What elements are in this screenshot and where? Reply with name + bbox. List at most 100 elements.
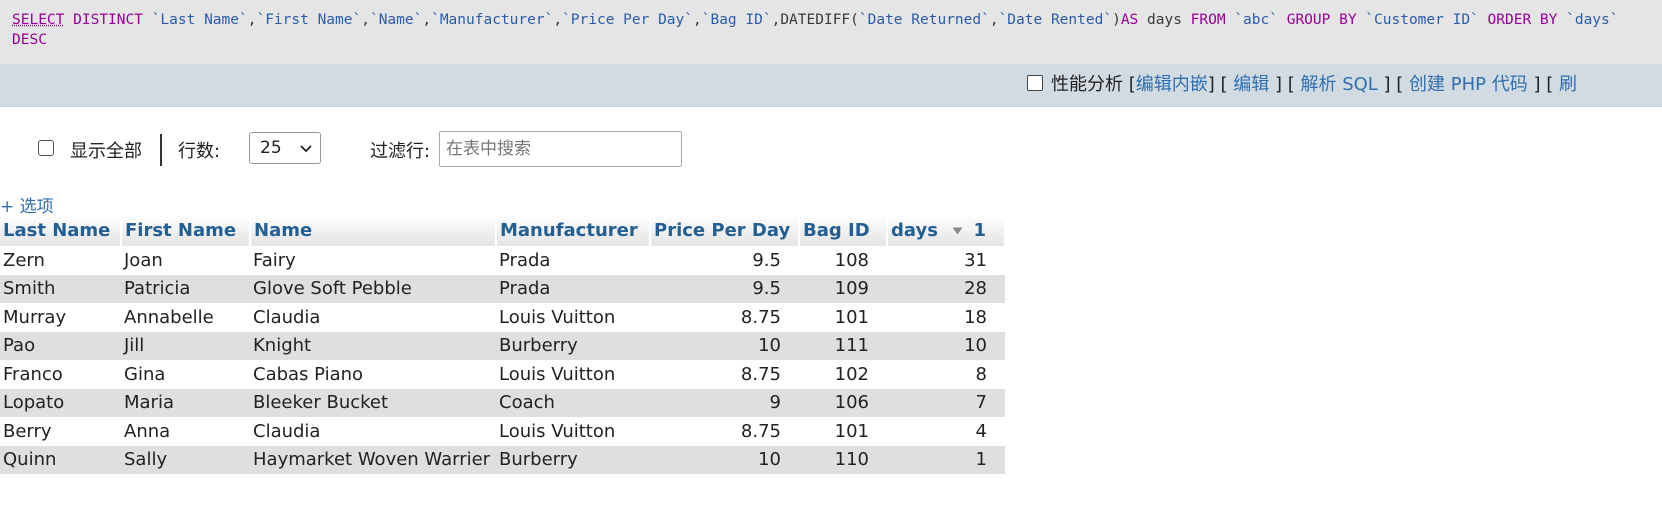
cell-first-name: Annabelle	[121, 303, 250, 332]
cell-name: Glove Soft Pebble	[250, 274, 496, 303]
sql-token: FROM	[1190, 12, 1226, 28]
cell-days: 4	[887, 417, 1005, 446]
table-row[interactable]: Lopato Maria Bleeker Bucket Coach 9 106 7	[0, 388, 1005, 417]
rows-per-page-select[interactable]: 25	[249, 132, 321, 164]
table-controls: 显示全部 行数: 25 过滤行:	[0, 124, 1662, 172]
edit-link[interactable]: 编辑	[1233, 74, 1269, 95]
filter-rows-input[interactable]	[439, 131, 682, 167]
table-row[interactable]: Berry Anna Claudia Louis Vuitton 8.75 101 4	[0, 417, 1005, 446]
sql-token: `Bag ID`	[701, 12, 772, 28]
sql-token: ,	[422, 12, 432, 28]
cell-name: Knight	[250, 331, 496, 360]
profiling-checkbox[interactable]	[1027, 75, 1043, 91]
table-row[interactable]: Zern Joan Fairy Prada 9.5 108 31	[0, 246, 1005, 275]
bracket: [	[1123, 74, 1136, 95]
cell-price-per-day: 9.5	[650, 274, 799, 303]
sql-token: `days`	[1566, 12, 1619, 28]
sort-descending-icon	[952, 227, 963, 235]
cell-last-name: Berry	[0, 417, 121, 446]
cell-price-per-day: 9	[650, 388, 799, 417]
sql-token: `Date Returned`	[858, 12, 990, 28]
bracket: [	[1214, 74, 1234, 95]
sql-token: DATEDIFF	[780, 12, 851, 28]
explain-sql-link[interactable]: 解析 SQL	[1300, 74, 1377, 95]
table-row[interactable]: Franco Gina Cabas Piano Louis Vuitton 8.75 10…	[0, 360, 1005, 389]
bracket: ]	[1207, 74, 1215, 95]
cell-last-name: Quinn	[0, 445, 121, 474]
cell-manufacturer: Louis Vuitton	[496, 303, 650, 332]
create-php-code-link[interactable]: 创建 PHP 代码	[1409, 74, 1528, 95]
sql-token: `Date Rented`	[998, 12, 1113, 28]
sql-token: days	[1138, 12, 1191, 28]
column-header-first-name[interactable]: First Name	[121, 215, 251, 246]
cell-manufacturer: Prada	[496, 246, 650, 275]
table-row[interactable]: Murray Annabelle Claudia Louis Vuitton 8.75 1…	[0, 303, 1005, 332]
sql-token: `First Name`	[256, 12, 362, 28]
cell-bag-id: 101	[799, 303, 887, 332]
column-header-price-per-day[interactable]: Price Per Day	[650, 215, 800, 246]
cell-last-name: Smith	[0, 274, 121, 303]
cell-days: 28	[887, 274, 1005, 303]
sql-token: SELECT	[12, 12, 65, 28]
sort-order-number: 1	[973, 220, 986, 241]
cell-last-name: Murray	[0, 303, 121, 332]
sql-token: ,	[989, 12, 999, 28]
cell-first-name: Sally	[121, 445, 250, 474]
cell-price-per-day: 8.75	[650, 360, 799, 389]
table-row[interactable]: Smith Patricia Glove Soft Pebble Prada 9.5 10…	[0, 274, 1005, 303]
cell-bag-id: 101	[799, 417, 887, 446]
bracket: ]	[1527, 74, 1541, 95]
sql-query-text: SELECT DISTINCT `Last Name`,`First Name`…	[12, 10, 1652, 50]
cell-price-per-day: 9.5	[650, 246, 799, 275]
show-all-checkbox[interactable]	[38, 140, 54, 156]
table-row[interactable]: Pao Jill Knight Burberry 10 111 10	[0, 331, 1005, 360]
cell-manufacturer: Burberry	[496, 445, 650, 474]
options-link[interactable]: + 选项	[0, 192, 54, 217]
bracket: [	[1390, 74, 1410, 95]
sql-token: GROUP BY	[1286, 12, 1357, 28]
cell-manufacturer: Prada	[496, 274, 650, 303]
cell-name: Cabas Piano	[250, 360, 496, 389]
column-header-days[interactable]: days 1	[887, 215, 1006, 246]
sql-token: DISTINCT	[73, 12, 143, 28]
show-all-label[interactable]: 显示全部	[70, 137, 142, 163]
column-header-name[interactable]: Name	[250, 215, 497, 246]
cell-bag-id: 111	[799, 331, 887, 360]
sql-token: )	[1112, 12, 1121, 28]
sql-token: ,	[553, 12, 563, 28]
cell-first-name: Gina	[121, 360, 250, 389]
cell-price-per-day: 10	[650, 445, 799, 474]
sql-token: `Customer ID`	[1365, 12, 1479, 28]
divider	[160, 134, 162, 166]
cell-first-name: Jill	[121, 331, 250, 360]
table-row[interactable]: Quinn Sally Haymarket Woven Warrier Burberr…	[0, 445, 1005, 474]
cell-manufacturer: Louis Vuitton	[496, 360, 650, 389]
cell-last-name: Pao	[0, 331, 121, 360]
cell-days: 8	[887, 360, 1005, 389]
cell-bag-id: 108	[799, 246, 887, 275]
profiling-label: 性能分析	[1051, 74, 1123, 95]
query-toolbar: 性能分析 [编辑内嵌] [ 编辑 ] [ 解析 SQL ] [ 创建 PHP 代…	[0, 64, 1662, 107]
column-header-days-label: days	[891, 220, 938, 241]
cell-price-per-day: 10	[650, 331, 799, 360]
bracket: ]	[1269, 74, 1282, 95]
cell-manufacturer: Burberry	[496, 331, 650, 360]
sql-token: ORDER BY	[1487, 12, 1558, 28]
cell-first-name: Anna	[121, 417, 250, 446]
rows-label: 行数:	[178, 141, 221, 162]
refresh-link[interactable]: 刷	[1559, 74, 1577, 95]
bracket: [	[1282, 74, 1301, 95]
cell-days: 31	[887, 246, 1005, 275]
table-header-row: Last Name First Name Name Manufacturer P…	[0, 215, 1006, 246]
column-header-last-name[interactable]: Last Name	[0, 215, 122, 246]
cell-first-name: Joan	[121, 246, 250, 275]
edit-inline-link[interactable]: 编辑内嵌	[1136, 74, 1208, 95]
column-header-bag-id[interactable]: Bag ID	[799, 215, 888, 246]
sql-token: ,	[771, 12, 781, 28]
column-header-manufacturer[interactable]: Manufacturer	[496, 215, 651, 246]
cell-last-name: Lopato	[0, 388, 121, 417]
